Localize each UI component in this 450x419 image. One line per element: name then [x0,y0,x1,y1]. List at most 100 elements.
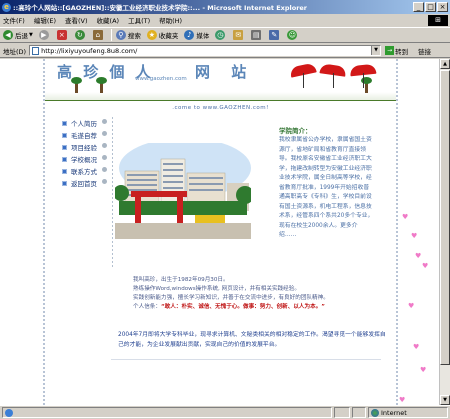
dot-icon [102,143,107,148]
site-logo-text-2: 网 站 [195,63,255,81]
menu-file[interactable]: 文件(F) [3,15,25,25]
search-button[interactable]: ⚲ 搜索 [115,30,141,40]
intro-line-skills: 熟练操作Word,windows操作系统, 网页设计，并有相关实践经验。 [133,286,300,292]
edit-button[interactable]: ✎ [269,30,281,40]
nav-bullet-icon [62,132,67,138]
motto-text: “敢人：朴实、诚信、无愧于心。做事：努力、创新、以人为本。” [160,304,325,310]
media-button[interactable]: ♪ 媒体 [184,30,209,40]
forward-arrow-icon: ▶ [38,30,49,40]
motto-label: 个人信条： [133,304,161,310]
back-arrow-icon: ◀ [3,30,13,40]
heart-icon: ♥ [402,213,409,221]
grass-strip [45,92,396,101]
heart-icon: ♥ [399,396,406,404]
close-button[interactable]: × [437,2,448,12]
home-button[interactable]: ⌂ [92,30,105,40]
go-arrow-icon: → [385,46,395,55]
go-button[interactable]: → 转到 [385,46,408,56]
personal-intro: 我叫高珍，出生于1982年09月30日。 熟练操作Word,windows操作系… [133,276,383,312]
intro-line-motto: 个人信条：“敢人：朴实、诚信、无愧于心。做事：努力、创新、以人为本。” [133,303,383,312]
toolbar: ◀ 后退 ▼ ▶ × ↻ ⌂ ⚲ 搜索 ★ 收藏夹 ♪ 媒体 ◷ ✉ ▤ ✎ ☺ [0,27,450,43]
media-icon: ♪ [184,30,195,40]
refresh-icon: ↻ [74,30,85,40]
dot-icon [102,119,107,124]
heart-icon: ♥ [415,252,422,260]
ie-page-icon [5,408,13,417]
menu-tools[interactable]: 工具(T) [128,15,150,25]
status-text-cell [2,407,332,418]
heart-icon: ♥ [411,232,418,240]
address-input[interactable]: http://lixiyuyoufeng.8u8.com/ ▼ [29,45,382,56]
ie-logo-icon: e [2,2,11,12]
status-bar: Internet [0,405,450,419]
campus-photo-illustration [115,143,251,239]
address-label: 地址(D) [3,47,27,56]
vertical-scrollbar[interactable]: ▲ ▼ [439,59,450,405]
status-empty-cell [352,407,366,418]
menu-favorites[interactable]: 收藏(A) [97,15,120,25]
dot-icon [102,155,107,160]
print-button[interactable]: ▤ [251,30,263,40]
nav-bullet-icon [62,168,67,174]
zone-label: Internet [381,408,407,417]
tree-icon [361,77,372,93]
go-label: 转到 [395,47,409,56]
menu-help[interactable]: 帮助(H) [159,15,182,25]
heart-icon: ♥ [420,366,427,374]
nav-item-label: 学校概况 [71,156,97,164]
back-label: 后退 [15,32,28,40]
menu-view[interactable]: 查看(V) [65,15,88,25]
status-empty-cell [334,407,350,418]
scroll-down-arrow-icon[interactable]: ▼ [440,395,450,405]
printer-icon: ▤ [251,30,262,40]
site-banner: 高 珍 個 人 www.gaozhen.com 网 站 [45,59,396,101]
minimize-button[interactable]: _ [413,2,424,12]
dot-icon [102,131,107,136]
favorites-button[interactable]: ★ 收藏夹 [146,30,178,40]
nav-item-label: 毛遂自荐 [71,132,97,140]
about-title: 学院简介： [279,127,312,135]
mail-button[interactable]: ✉ [233,30,245,40]
zone-cell: Internet [368,407,448,418]
home-icon: ⌂ [92,30,103,40]
dot-icon [102,167,107,172]
career-plan: 2004年7月即将大学专科毕业，现寻求计算机、文秘类相关的相对稳定的工作。渴望寻… [118,332,386,348]
window-title: ::高玲个人网站::[GAOZHEN]::安徽工业经济职业技术学院::... -… [13,4,308,12]
nav-bullet-icon [62,180,67,186]
heart-icon: ♥ [422,262,429,270]
page-icon [32,46,40,55]
site-logo-url: www.gaozhen.com [135,76,187,82]
scroll-thumb[interactable] [440,70,450,365]
nav-bullet-icon [62,144,67,150]
forward-button[interactable]: ▶ [38,30,51,40]
refresh-button[interactable]: ↻ [74,30,87,40]
back-button[interactable]: ◀ 后退 ▼ [3,30,33,40]
umbrella-stick [363,73,364,88]
address-url: http://lixiyuyoufeng.8u8.com/ [41,46,138,55]
links-button[interactable]: 链接 [418,46,431,56]
star-icon: ★ [146,30,157,40]
about-body: 我校隶属省公办学校，隶属省国土资源厅，省地矿局和省教育厅直接领导。我校原名安徽省… [279,137,374,238]
intro-line-birth: 我叫高珍，出生于1982年09月30日。 [133,277,229,283]
nav-item-label: 项目经验 [71,144,97,152]
nav-bullet-icon [62,120,67,126]
chevron-down-icon: ▼ [29,32,33,38]
vertical-divider [112,117,113,267]
maximize-button[interactable]: □ [425,2,436,12]
nav-dots [102,119,108,191]
umbrella-stick [303,73,304,88]
history-button[interactable]: ◷ [215,30,227,40]
toolbar-separator [110,29,112,41]
nav-item-label: 返回首页 [71,180,97,188]
dot-icon [102,179,107,184]
stop-button[interactable]: × [56,30,69,40]
scroll-up-arrow-icon[interactable]: ▲ [440,59,450,69]
chevron-down-icon[interactable]: ▼ [371,46,381,55]
messenger-button[interactable]: ☺ [287,30,299,40]
menu-bar: 文件(F) 编辑(E) 查看(V) 收藏(A) 工具(T) 帮助(H) ⊞ [0,14,450,26]
tree-icon [96,77,107,93]
campus-photo [115,143,251,239]
menu-edit[interactable]: 编辑(E) [34,15,56,25]
more-link[interactable]: …… [285,232,297,238]
page-content: 高 珍 個 人 www.gaozhen.com 网 站 .come to www… [43,59,398,405]
